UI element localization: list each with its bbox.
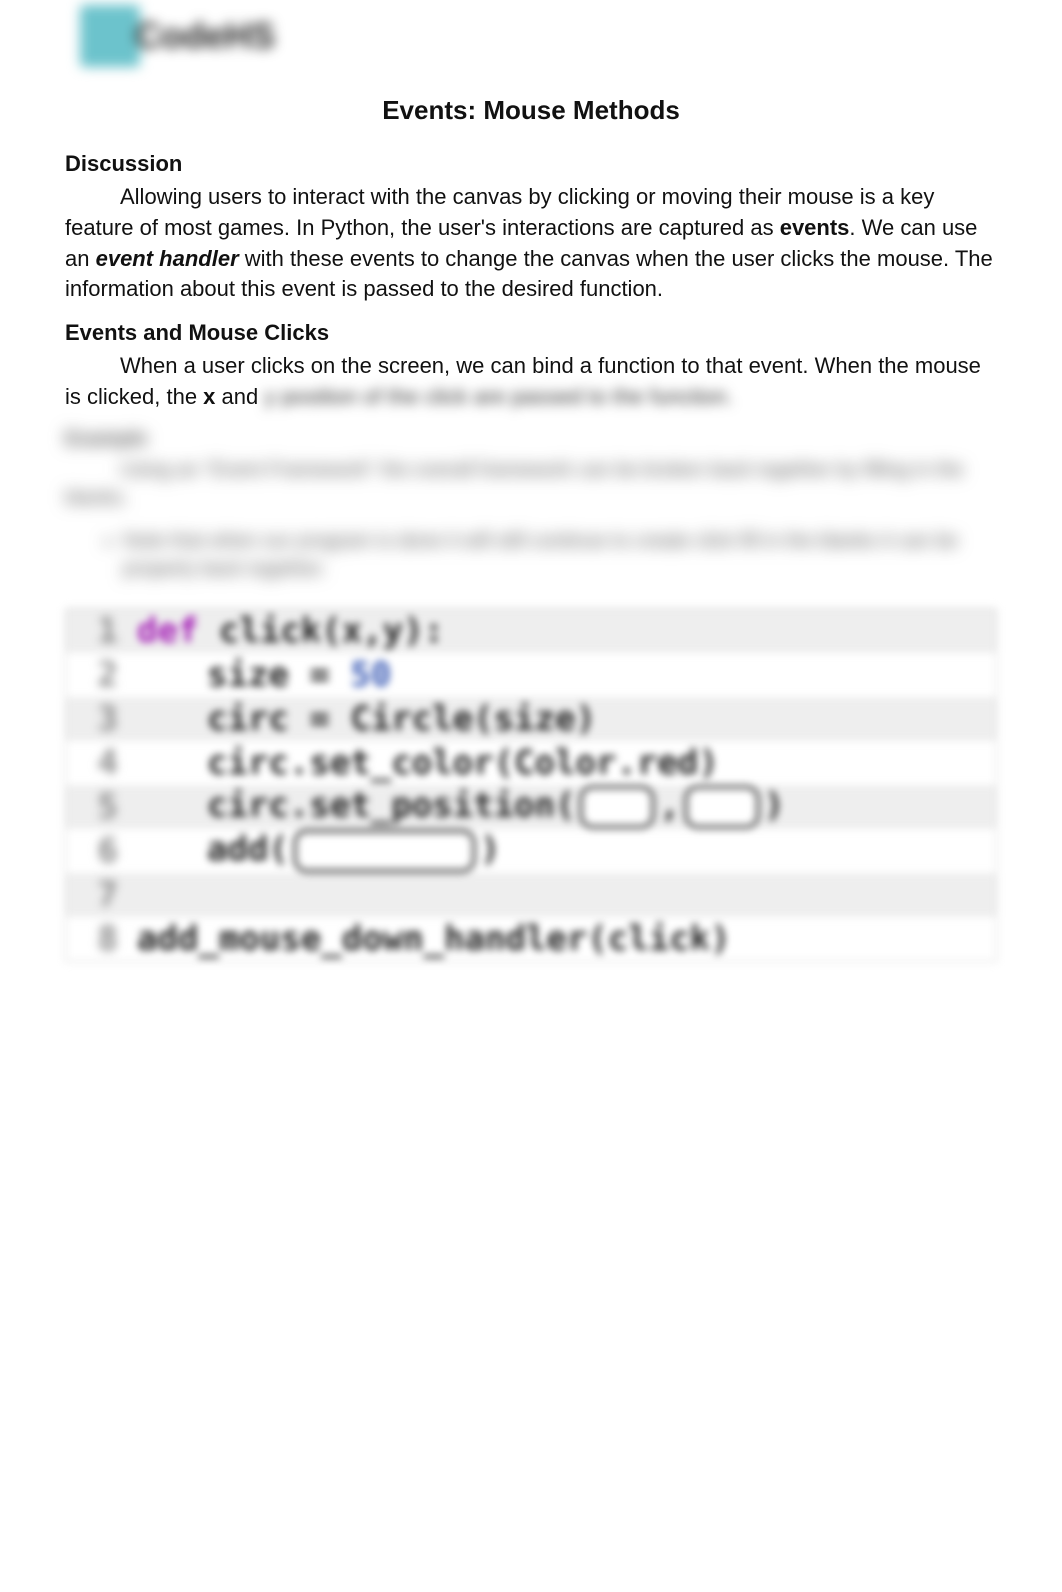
clicks-paragraph: When a user clicks on the screen, we can… xyxy=(65,351,997,413)
code-line: 6 add() xyxy=(66,829,996,873)
fill-blank[interactable] xyxy=(684,785,760,829)
discussion-paragraph: Allowing users to interact with the canv… xyxy=(65,182,997,305)
fill-blank[interactable] xyxy=(579,785,655,829)
line-number: 7 xyxy=(66,878,132,912)
code-line: 4 circ.set_color(Color.red) xyxy=(66,741,996,785)
line-number: 1 xyxy=(66,614,132,648)
example-intro: Using an "Event Framework" the overall f… xyxy=(65,456,997,512)
clicks-heading: Events and Mouse Clicks xyxy=(65,320,997,346)
blurred-text: y position of the click are passed to th… xyxy=(264,384,732,409)
events-term: events xyxy=(780,215,850,240)
event-handler-term: event handler xyxy=(96,246,239,271)
code-line: 3 circ = Circle(size) xyxy=(66,697,996,741)
line-number: 4 xyxy=(66,746,132,780)
logo-text: CodeHS xyxy=(135,15,275,57)
line-number: 5 xyxy=(66,790,132,824)
code-line: 7 xyxy=(66,873,996,917)
line-number: 2 xyxy=(66,658,132,692)
page-title: Events: Mouse Methods xyxy=(65,95,997,126)
example-heading: Example xyxy=(65,428,997,451)
example-section: Example Using an "Event Framework" the o… xyxy=(65,428,997,583)
x-term: x xyxy=(203,384,215,409)
text: Using an "Event Framework" the overall f… xyxy=(65,459,964,509)
logo: CodeHS xyxy=(65,0,997,95)
logo-icon xyxy=(80,5,140,67)
text: and xyxy=(215,384,264,409)
code-line: 2 size = 50 xyxy=(66,653,996,697)
code-line: 5 circ.set_position(,) xyxy=(66,785,996,829)
line-number: 6 xyxy=(66,834,132,868)
line-number: 3 xyxy=(66,702,132,736)
discussion-heading: Discussion xyxy=(65,151,997,177)
code-line: 1 def click(x,y): xyxy=(66,609,996,653)
code-block: 1 def click(x,y): 2 size = 50 3 circ = C… xyxy=(65,608,997,962)
fill-blank[interactable] xyxy=(293,829,476,873)
line-number: 8 xyxy=(66,922,132,956)
list-item: Note that when our program is done it wi… xyxy=(123,527,997,583)
example-list: Note that when our program is done it wi… xyxy=(105,527,997,583)
code-line: 8 add_mouse_down_handler(click) xyxy=(66,917,996,961)
